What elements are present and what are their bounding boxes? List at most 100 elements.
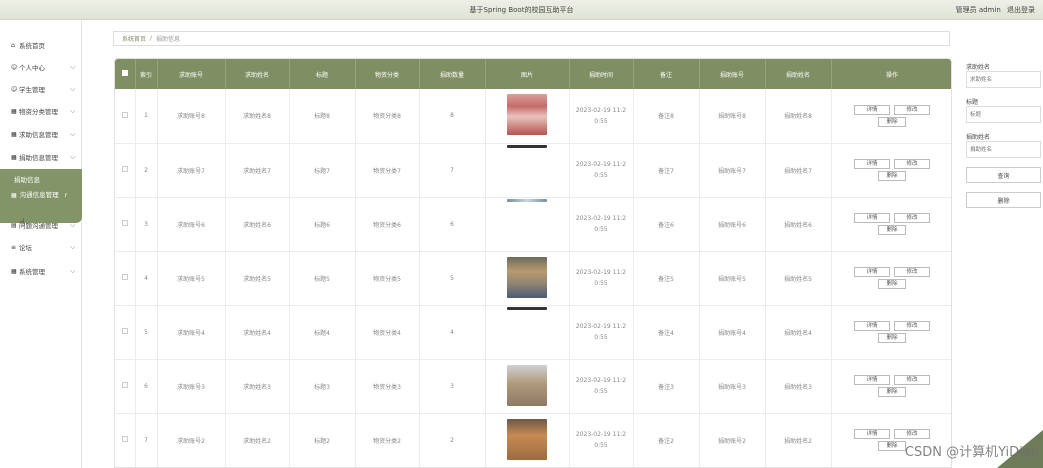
- table-row[interactable]: 7 求助账号2 求助姓名2 标题2 物资分类2 2 2023-02-19 11:20:55 备…: [115, 413, 951, 467]
- cell-title: 标题6: [289, 197, 356, 252]
- cell-title: 标题5: [289, 251, 356, 306]
- cell-name: 求助姓名8: [225, 89, 290, 144]
- column-header: 求助姓名: [225, 59, 290, 89]
- row-actions-cell: 详情 修改 删除: [831, 89, 951, 144]
- breadcrumb-home[interactable]: 系统首页: [122, 34, 146, 43]
- filter-input[interactable]: [966, 71, 1041, 88]
- cell-name: 求助姓名5: [225, 251, 290, 306]
- row-checkbox[interactable]: [121, 166, 128, 172]
- row-checkbox[interactable]: [121, 436, 128, 442]
- cell-category: 物资分类4: [355, 305, 420, 360]
- edit-button[interactable]: 修改: [894, 375, 930, 385]
- delete-button[interactable]: 删除: [878, 333, 906, 343]
- sidebar-item-label: 系统首页: [19, 42, 45, 50]
- sidebar-item-5[interactable]: ▦ 捐助信息管理 ⌵: [0, 149, 82, 165]
- sidebar-item-2[interactable]: ☺ 学生管理 ⌵: [0, 81, 82, 97]
- detail-button[interactable]: 详情: [854, 375, 890, 385]
- table-row[interactable]: 6 求助账号3 求助姓名3 标题3 物资分类3 3 2023-02-19 11:20:55 备…: [115, 359, 951, 414]
- cell-category: 物资分类8: [355, 89, 420, 144]
- grid-icon: ▦: [11, 267, 17, 275]
- detail-button[interactable]: 详情: [854, 321, 890, 331]
- sidebar-subitem-donation-info[interactable]: 捐助信息: [14, 174, 40, 184]
- filter-label: 求助姓名: [966, 64, 991, 71]
- donation-table: 索引 求助账号 求助姓名 标题 物资分类 捐助数量 图片 捐助时间 备注 捐助账号 捐助姓名 操作 1…: [115, 59, 951, 467]
- cell-time: 2023-02-19 11:20:55: [569, 305, 634, 360]
- grid-icon: ▦: [11, 107, 17, 115]
- edit-button[interactable]: 修改: [894, 429, 930, 439]
- sidebar-item-label: 捐助信息管理: [19, 154, 58, 162]
- table-row[interactable]: 4 求助账号5 求助姓名5 标题5 物资分类5 5 2023-02-19 11:20:55 备…: [115, 251, 951, 306]
- delete-button[interactable]: 删除: [878, 225, 906, 235]
- detail-button[interactable]: 详情: [854, 104, 890, 115]
- row-actions-cell: 详情 修改删除: [831, 305, 951, 360]
- item-image: [507, 256, 547, 298]
- row-checkbox[interactable]: [121, 328, 128, 334]
- delete-button[interactable]: 删除: [878, 279, 906, 289]
- row-actions: 详情 修改删除: [852, 213, 932, 235]
- user-info: 管理员 admin 退出登录: [952, 5, 1035, 15]
- sidebar-item-7[interactable]: ≡ 论坛 ⌵: [0, 239, 82, 255]
- filter-input[interactable]: [966, 141, 1041, 158]
- sidebar-item-1[interactable]: ☺ 个人中心 ⌵: [0, 59, 82, 75]
- delete-button[interactable]: 删除: [878, 171, 906, 181]
- detail-button[interactable]: 详情: [854, 429, 890, 439]
- sidebar-item-8[interactable]: ▦ 系统管理 ⌵: [0, 263, 82, 279]
- sidebar-item-label: 个人中心: [19, 64, 45, 72]
- batch-delete-button[interactable]: 删除: [966, 192, 1041, 208]
- table-row[interactable]: 5 求助账号4 求助姓名4 标题4 物资分类4 4 2023-02-19 11:20:55 备…: [115, 305, 951, 360]
- chevron-down-icon: ⌵: [70, 242, 76, 251]
- row-checkbox[interactable]: [121, 274, 128, 280]
- logout-link[interactable]: 退出登录: [1007, 6, 1035, 14]
- delete-button[interactable]: 删除: [878, 116, 906, 127]
- detail-button[interactable]: 详情: [854, 267, 890, 277]
- sidebar-item-3[interactable]: ▦ 物资分类管理 ⌵: [0, 103, 82, 119]
- cell-donor_acc: 捐助账号4: [699, 305, 766, 360]
- table-icon: ▦: [11, 192, 17, 199]
- row-checkbox[interactable]: [121, 220, 128, 226]
- row-actions-cell: 详情 修改删除: [831, 359, 951, 414]
- sidebar-item-4[interactable]: ▦ 求助信息管理 ⌵: [0, 126, 82, 142]
- cell-qty: 5: [419, 251, 486, 306]
- cell-note: 备注7: [633, 143, 700, 198]
- table-row[interactable]: 2 求助账号7 求助姓名7 标题7 物资分类7 7 2023-02-19 11:20:55 备…: [115, 143, 951, 198]
- edit-button[interactable]: 修改: [894, 267, 930, 277]
- cell-note: 备注3: [633, 359, 700, 414]
- row-checkbox[interactable]: [121, 382, 128, 388]
- cell-name: 求助姓名4: [225, 305, 290, 360]
- select-all-header[interactable]: [115, 59, 136, 89]
- cell-name: 求助姓名6: [225, 197, 290, 252]
- edit-button[interactable]: 修改: [894, 104, 930, 115]
- sidebar-item-0[interactable]: ⌂ 系统首页: [0, 37, 82, 53]
- column-header: 物资分类: [355, 59, 420, 89]
- item-image: [507, 94, 547, 136]
- column-header: 备注: [633, 59, 700, 89]
- delete-button[interactable]: 删除: [878, 387, 906, 397]
- person-icon: ☺: [11, 85, 18, 93]
- home-icon: ⌂: [11, 41, 15, 49]
- select-all-checkbox[interactable]: [121, 70, 128, 76]
- filter-input[interactable]: [966, 106, 1041, 123]
- list-icon: ≡: [11, 243, 17, 251]
- filter-panel: 求助姓名标题捐助姓名 查询 删除: [966, 62, 1042, 208]
- cell-account: 求助账号4: [157, 305, 226, 360]
- cell-index: 5: [135, 305, 158, 360]
- filter-fields: 求助姓名标题捐助姓名: [966, 62, 1042, 167]
- sidebar-item-label: 物资分类管理: [19, 108, 58, 116]
- table-row[interactable]: 1 求助账号8 求助姓名8 标题8 物资分类8 8 2023-02-19 11:20:55 备…: [115, 89, 951, 144]
- row-checkbox[interactable]: [121, 111, 128, 118]
- search-button[interactable]: 查询: [966, 167, 1041, 183]
- item-image: [507, 306, 547, 310]
- edit-button[interactable]: 修改: [894, 213, 930, 223]
- table-row[interactable]: 3 求助账号6 求助姓名6 标题6 物资分类6 6 2023-02-19 11:20:55 备…: [115, 197, 951, 252]
- delete-button[interactable]: 删除: [878, 441, 906, 451]
- edit-button[interactable]: 修改: [894, 321, 930, 331]
- cell-index: 7: [135, 413, 158, 467]
- row-select-cell: [115, 359, 136, 414]
- sidebar-item-label: 学生管理: [19, 86, 45, 94]
- edit-button[interactable]: 修改: [894, 159, 930, 169]
- cell-index: 1: [135, 89, 158, 144]
- detail-button[interactable]: 详情: [854, 213, 890, 223]
- detail-button[interactable]: 详情: [854, 159, 890, 169]
- column-header: 标题: [289, 59, 356, 89]
- sidebar-subitem-communication[interactable]: ▦ 沟通信息管理 r: [11, 189, 67, 199]
